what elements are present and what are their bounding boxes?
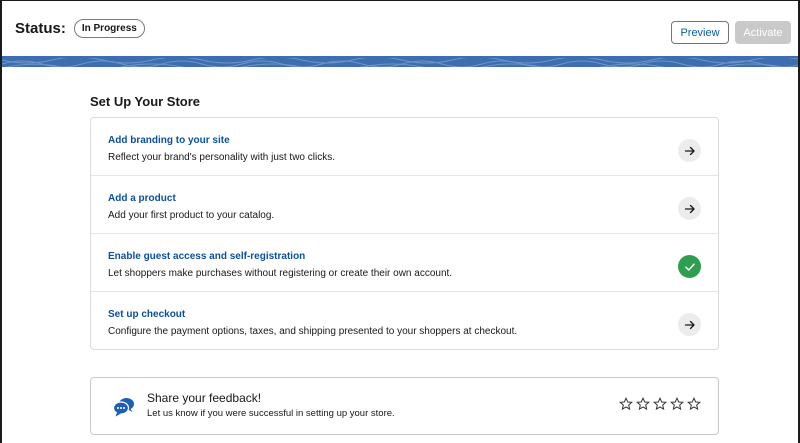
activate-button[interactable]: Activate [735, 21, 791, 44]
setup-card: Add branding to your site Reflect your b… [90, 117, 719, 350]
feedback-title: Share your feedback! [147, 391, 262, 405]
status-badge: In Progress [73, 19, 145, 38]
star-outline-icon[interactable] [636, 397, 650, 411]
setup-item-desc: Let shoppers make purchases without regi… [108, 268, 453, 279]
arrow-right-icon[interactable] [678, 139, 701, 162]
setup-item-desc: Reflect your brand's personality with ju… [108, 152, 335, 163]
main-content: Set Up Your Store Add branding to your s… [2, 67, 798, 443]
setup-item-desc: Configure the payment options, taxes, an… [108, 326, 518, 337]
star-outline-icon[interactable] [670, 397, 684, 411]
status-label: Status: [15, 20, 66, 37]
decorative-banner [2, 56, 798, 67]
chat-bubbles-icon [113, 398, 134, 417]
setup-item-guest-access[interactable]: Enable guest access and self-registratio… [91, 234, 718, 292]
check-icon [678, 255, 701, 278]
feedback-card: Share your feedback! Let us know if you … [90, 377, 719, 435]
star-outline-icon[interactable] [619, 397, 633, 411]
arrow-right-icon[interactable] [678, 197, 701, 220]
preview-button[interactable]: Preview [671, 21, 729, 44]
arrow-right-icon[interactable] [678, 313, 701, 336]
section-title: Set Up Your Store [90, 94, 201, 109]
header-bar: Status: In Progress Preview Activate [2, 1, 798, 56]
app-frame: Status: In Progress Preview Activate Set… [0, 0, 800, 443]
setup-item-title[interactable]: Set up checkout [108, 309, 185, 320]
setup-item-title[interactable]: Add a product [108, 193, 176, 204]
star-rating[interactable] [619, 397, 701, 411]
setup-item-title[interactable]: Add branding to your site [108, 135, 230, 146]
banner-pattern [2, 56, 798, 67]
star-outline-icon[interactable] [687, 397, 701, 411]
setup-item-desc: Add your first product to your catalog. [108, 210, 275, 221]
setup-item-title[interactable]: Enable guest access and self-registratio… [108, 251, 305, 262]
setup-item-checkout[interactable]: Set up checkout Configure the payment op… [91, 292, 718, 350]
feedback-description: Let us know if you were successful in se… [147, 408, 395, 419]
setup-item-product[interactable]: Add a product Add your first product to … [91, 176, 718, 234]
setup-item-branding[interactable]: Add branding to your site Reflect your b… [91, 118, 718, 176]
star-outline-icon[interactable] [653, 397, 667, 411]
